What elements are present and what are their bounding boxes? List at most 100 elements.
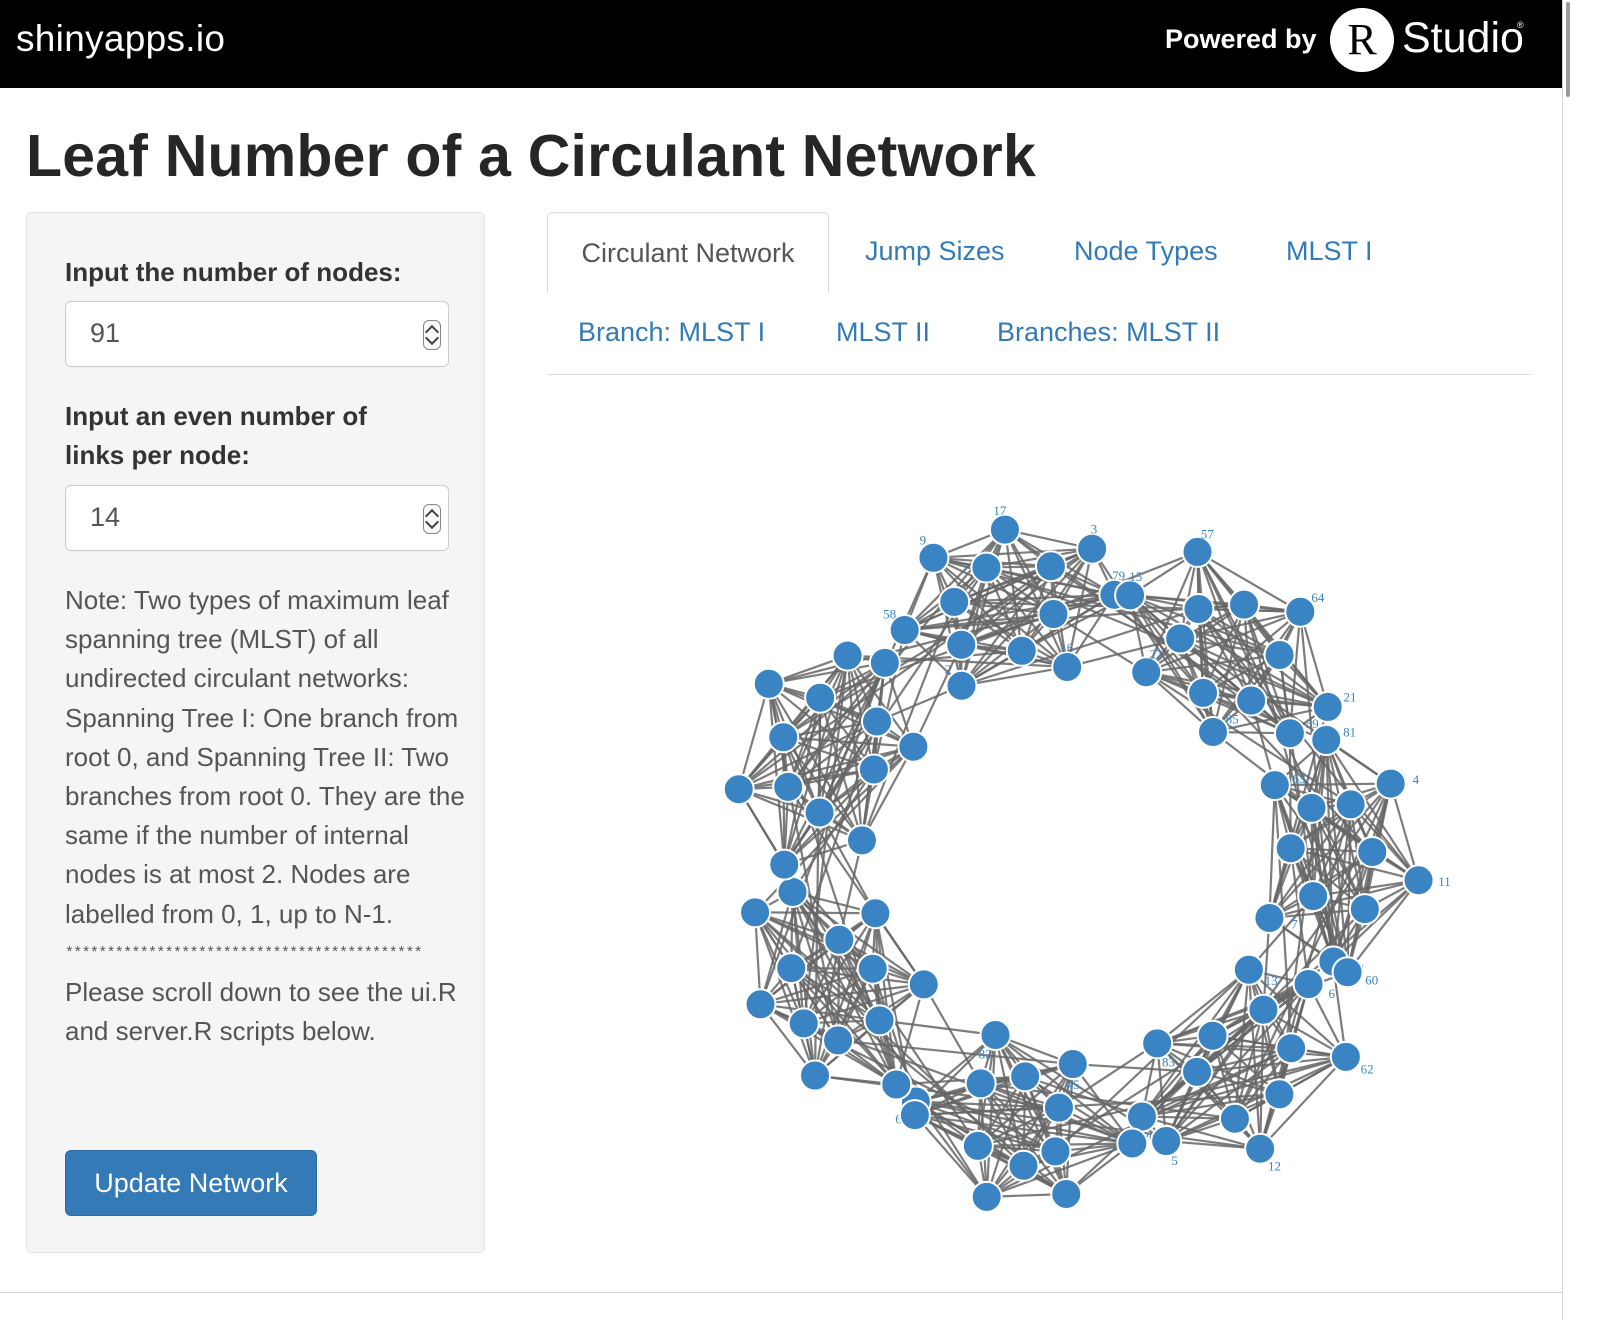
- brand-logo[interactable]: shinyapps.io: [16, 18, 225, 60]
- tab-jump-sizes[interactable]: Jump Sizes: [865, 236, 1005, 267]
- graph-node[interactable]: [971, 553, 1001, 583]
- graph-node[interactable]: [966, 1068, 996, 1098]
- graph-node[interactable]: [773, 772, 803, 802]
- graph-node[interactable]: [1131, 657, 1161, 687]
- graph-node[interactable]: [859, 755, 889, 785]
- graph-node[interactable]: [800, 1061, 830, 1091]
- graph-node[interactable]: [858, 954, 888, 984]
- graph-node[interactable]: [1248, 995, 1278, 1025]
- graph-node[interactable]: [898, 732, 928, 762]
- tab-branch-mlst-i[interactable]: Branch: MLST I: [578, 317, 765, 348]
- graph-node[interactable]: [862, 707, 892, 737]
- rstudio-r-logo[interactable]: R: [1330, 8, 1394, 72]
- graph-node[interactable]: [1404, 865, 1434, 895]
- graph-node[interactable]: [1198, 1021, 1228, 1051]
- tab-circulant-network[interactable]: Circulant Network: [547, 212, 829, 294]
- graph-node[interactable]: [946, 630, 976, 660]
- graph-node[interactable]: [724, 774, 754, 804]
- graph-node[interactable]: [1115, 580, 1145, 610]
- graph-node[interactable]: [1264, 1079, 1294, 1109]
- graph-node[interactable]: [1151, 1126, 1181, 1156]
- graph-node[interactable]: [1294, 969, 1324, 999]
- graph-node[interactable]: [805, 798, 835, 828]
- nodes-stepper[interactable]: [423, 320, 441, 350]
- graph-node[interactable]: [1052, 652, 1082, 682]
- graph-node[interactable]: [990, 515, 1020, 545]
- graph-node[interactable]: [1077, 534, 1107, 564]
- graph-node[interactable]: [1010, 1061, 1040, 1091]
- update-network-button[interactable]: Update Network: [65, 1150, 317, 1216]
- tab-mlst-i[interactable]: MLST I: [1286, 236, 1373, 267]
- graph-node[interactable]: [1008, 1151, 1038, 1181]
- graph-node[interactable]: [1357, 837, 1387, 867]
- graph-node[interactable]: [1040, 1136, 1070, 1166]
- graph-node[interactable]: [1007, 636, 1037, 666]
- graph-node[interactable]: [1229, 590, 1259, 620]
- graph-node[interactable]: [972, 1182, 1002, 1212]
- scrollbar-thumb[interactable]: [1566, 2, 1570, 97]
- graph-node[interactable]: [776, 953, 806, 983]
- nodes-input[interactable]: 91: [65, 301, 449, 367]
- graph-node[interactable]: [1198, 717, 1228, 747]
- graph-node[interactable]: [1276, 1033, 1306, 1063]
- graph-node[interactable]: [860, 898, 890, 928]
- graph-node[interactable]: [1127, 1102, 1157, 1132]
- graph-node[interactable]: [1298, 881, 1328, 911]
- circulant-network-graph[interactable]: 7916258917359852215576421147638141160208…: [547, 380, 1531, 1280]
- graph-node[interactable]: [939, 587, 969, 617]
- graph-node[interactable]: [847, 825, 877, 855]
- graph-node[interactable]: [1182, 1057, 1212, 1087]
- graph-node[interactable]: [1036, 551, 1066, 581]
- graph-node[interactable]: [1038, 599, 1068, 629]
- graph-node[interactable]: [909, 969, 939, 999]
- graph-node[interactable]: [1183, 594, 1213, 624]
- graph-node[interactable]: [1234, 955, 1264, 985]
- graph-node[interactable]: [824, 925, 854, 955]
- rstudio-wordmark[interactable]: Studio: [1402, 14, 1524, 63]
- graph-node[interactable]: [1311, 725, 1341, 755]
- graph-node[interactable]: [833, 641, 863, 671]
- graph-node[interactable]: [865, 1005, 895, 1035]
- graph-node[interactable]: [1265, 640, 1295, 670]
- tab-branches-mlst-ii[interactable]: Branches: MLST II: [997, 317, 1220, 348]
- graph-node[interactable]: [1188, 678, 1218, 708]
- page-title: Leaf Number of a Circulant Network: [26, 122, 1036, 190]
- graph-node[interactable]: [963, 1131, 993, 1161]
- graph-node[interactable]: [1275, 718, 1305, 748]
- graph-node[interactable]: [1276, 833, 1306, 863]
- graph-node[interactable]: [900, 1100, 930, 1130]
- graph-node[interactable]: [754, 669, 784, 699]
- graph-node[interactable]: [1296, 793, 1326, 823]
- graph-node[interactable]: [1331, 1042, 1361, 1072]
- graph-node[interactable]: [823, 1025, 853, 1055]
- graph-node[interactable]: [1376, 769, 1406, 799]
- graph-node[interactable]: [768, 722, 798, 752]
- graph-node[interactable]: [740, 897, 770, 927]
- tab-mlst-ii[interactable]: MLST II: [836, 317, 930, 348]
- graph-node[interactable]: [769, 850, 799, 880]
- links-input[interactable]: 14: [65, 485, 449, 551]
- tab-node-types[interactable]: Node Types: [1074, 236, 1218, 267]
- graph-node[interactable]: [1117, 1129, 1147, 1159]
- graph-node[interactable]: [746, 989, 776, 1019]
- graph-node[interactable]: [1336, 789, 1366, 819]
- graph-node[interactable]: [1254, 903, 1284, 933]
- graph-node[interactable]: [870, 648, 900, 678]
- graph-node[interactable]: [881, 1069, 911, 1099]
- graph-node[interactable]: [1333, 957, 1363, 987]
- graph-node[interactable]: [1220, 1104, 1250, 1134]
- graph-node[interactable]: [1058, 1049, 1088, 1079]
- graph-node[interactable]: [778, 877, 808, 907]
- node-label: 3: [1091, 522, 1098, 537]
- graph-node[interactable]: [1044, 1093, 1074, 1123]
- graph-node[interactable]: [1165, 624, 1195, 654]
- graph-node[interactable]: [789, 1008, 819, 1038]
- graph-node[interactable]: [1236, 686, 1266, 716]
- graph-node[interactable]: [1350, 894, 1380, 924]
- graph-node[interactable]: [1051, 1179, 1081, 1209]
- links-stepper[interactable]: [423, 504, 441, 534]
- graph-node[interactable]: [1313, 692, 1343, 722]
- node-label: 17: [993, 503, 1007, 518]
- graph-node[interactable]: [805, 683, 835, 713]
- graph-node[interactable]: [1260, 770, 1290, 800]
